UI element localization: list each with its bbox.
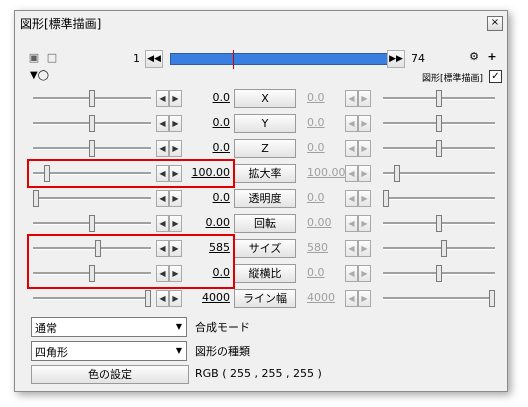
- chevron-down-icon[interactable]: ▼: [172, 318, 186, 336]
- settings-icon[interactable]: ⚙: [467, 50, 481, 64]
- decrement-button[interactable]: ◀: [156, 215, 169, 232]
- param-button[interactable]: Y: [234, 114, 296, 133]
- left-slider-knob[interactable]: [89, 115, 95, 132]
- increment-button[interactable]: ▶: [358, 190, 371, 207]
- shape-type-select[interactable]: 四角形 ▼: [31, 341, 187, 361]
- right-slider-knob[interactable]: [436, 265, 442, 282]
- toolbar: ▣ □ 1 ◀◀ ▶▶ 74 ⚙ +: [25, 49, 505, 69]
- decrement-button[interactable]: ◀: [345, 165, 358, 182]
- right-slider-knob[interactable]: [436, 115, 442, 132]
- frame-start: 1: [133, 52, 140, 65]
- right-slider-track[interactable]: [383, 197, 495, 200]
- window-title: 図形[標準描画]: [20, 17, 102, 31]
- start-value[interactable]: 0.0: [180, 116, 231, 129]
- param-row: ◀ ▶ 0.0 透明度 0.0 ◀ ▶: [15, 187, 507, 209]
- param-button[interactable]: 拡大率: [234, 164, 296, 183]
- decrement-button[interactable]: ◀: [156, 140, 169, 157]
- increment-button[interactable]: ▶: [358, 215, 371, 232]
- decrement-button[interactable]: ◀: [345, 215, 358, 232]
- decrement-button[interactable]: ◀: [345, 265, 358, 282]
- frame-end: 74: [411, 52, 425, 65]
- param-button[interactable]: ライン幅: [234, 289, 296, 308]
- start-value[interactable]: 0.0: [180, 91, 231, 104]
- right-slider-knob[interactable]: [436, 90, 442, 107]
- camera-control-icon[interactable]: ▣: [27, 51, 41, 65]
- decrement-button[interactable]: ◀: [345, 240, 358, 257]
- param-row: ◀ ▶ 0.0 Z 0.0 ◀ ▶: [15, 137, 507, 159]
- jump-start-button[interactable]: ◀◀: [145, 50, 163, 68]
- left-slider-knob[interactable]: [89, 90, 95, 107]
- start-value[interactable]: 0.00: [180, 216, 231, 229]
- right-slider-knob[interactable]: [436, 140, 442, 157]
- decrement-button[interactable]: ◀: [156, 115, 169, 132]
- right-slider-knob[interactable]: [489, 290, 495, 307]
- color-settings-button[interactable]: 色の設定: [31, 365, 189, 384]
- start-value[interactable]: 0.0: [180, 141, 231, 154]
- param-button[interactable]: 回転: [234, 214, 296, 233]
- shape-type-value: 四角形: [35, 346, 68, 359]
- add-filter-icon[interactable]: +: [485, 50, 499, 64]
- start-value[interactable]: 4000: [180, 291, 230, 304]
- param-row: ◀ ▶ 0.0 Y 0.0 ◀ ▶: [15, 112, 507, 134]
- right-slider-knob[interactable]: [383, 190, 389, 207]
- rgb-value: RGB ( 255 , 255 , 255 ): [195, 367, 322, 380]
- right-slider-track[interactable]: [383, 297, 495, 300]
- decrement-button[interactable]: ◀: [345, 115, 358, 132]
- right-slider-knob[interactable]: [441, 240, 447, 257]
- jump-end-button[interactable]: ▶▶: [387, 50, 405, 68]
- right-slider-knob[interactable]: [394, 165, 400, 182]
- increment-button[interactable]: ▶: [358, 265, 371, 282]
- param-button[interactable]: 縦横比: [234, 264, 296, 283]
- blend-mode-select[interactable]: 通常 ▼: [31, 317, 187, 337]
- effect-header: ▼◯ 図形[標準描画] ✓: [25, 69, 505, 85]
- start-value[interactable]: 0.0: [180, 191, 231, 204]
- title-bar: 図形[標準描画] ×: [15, 11, 507, 35]
- left-slider-track[interactable]: [33, 297, 151, 300]
- decrement-button[interactable]: ◀: [345, 290, 358, 307]
- param-button[interactable]: X: [234, 89, 296, 108]
- left-slider-track[interactable]: [33, 197, 151, 200]
- param-button[interactable]: 透明度: [234, 189, 296, 208]
- increment-button[interactable]: ▶: [358, 140, 371, 157]
- increment-button[interactable]: ▶: [358, 165, 371, 182]
- left-slider-knob[interactable]: [145, 290, 151, 307]
- left-slider-knob[interactable]: [89, 140, 95, 157]
- decrement-button[interactable]: ◀: [345, 190, 358, 207]
- shape-type-label: 図形の種類: [195, 345, 250, 358]
- param-row: ◀ ▶ 4000 ライン幅 4000 ◀ ▶: [15, 287, 507, 309]
- decrement-button[interactable]: ◀: [156, 290, 169, 307]
- timeline-cursor[interactable]: [233, 50, 234, 69]
- close-button[interactable]: ×: [487, 16, 503, 31]
- collapse-icon[interactable]: ▼◯: [30, 70, 49, 81]
- decrement-button[interactable]: ◀: [345, 90, 358, 107]
- blend-mode-label: 合成モード: [195, 321, 250, 334]
- highlight-size-aspect: [27, 234, 235, 289]
- param-row: ◀ ▶ 0.00 回転 0.00 ◀ ▶: [15, 212, 507, 234]
- increment-button[interactable]: ▶: [358, 115, 371, 132]
- effect-name: 図形[標準描画]: [421, 74, 483, 84]
- increment-button[interactable]: ▶: [358, 290, 371, 307]
- decrement-button[interactable]: ◀: [345, 140, 358, 157]
- highlight-scale: [27, 159, 235, 188]
- effect-enable-checkbox[interactable]: ✓: [489, 70, 502, 83]
- blend-mode-value: 通常: [35, 322, 57, 335]
- object-properties-window: 図形[標準描画] × ▣ □ 1 ◀◀ ▶▶ 74 ⚙ + ▼◯ 図形[標準描画…: [14, 10, 508, 392]
- param-row: ◀ ▶ 0.0 X 0.0 ◀ ▶: [15, 87, 507, 109]
- increment-button[interactable]: ▶: [358, 90, 371, 107]
- left-slider-knob[interactable]: [89, 215, 95, 232]
- param-button[interactable]: サイズ: [234, 239, 296, 258]
- left-slider-knob[interactable]: [33, 190, 39, 207]
- timeline-bar[interactable]: [170, 50, 390, 69]
- decrement-button[interactable]: ◀: [156, 190, 169, 207]
- decrement-button[interactable]: ◀: [156, 90, 169, 107]
- screen-icon[interactable]: □: [45, 51, 59, 65]
- right-slider-knob[interactable]: [436, 215, 442, 232]
- chevron-down-icon[interactable]: ▼: [172, 342, 186, 360]
- param-button[interactable]: Z: [234, 139, 296, 158]
- right-slider-track[interactable]: [383, 247, 495, 250]
- increment-button[interactable]: ▶: [358, 240, 371, 257]
